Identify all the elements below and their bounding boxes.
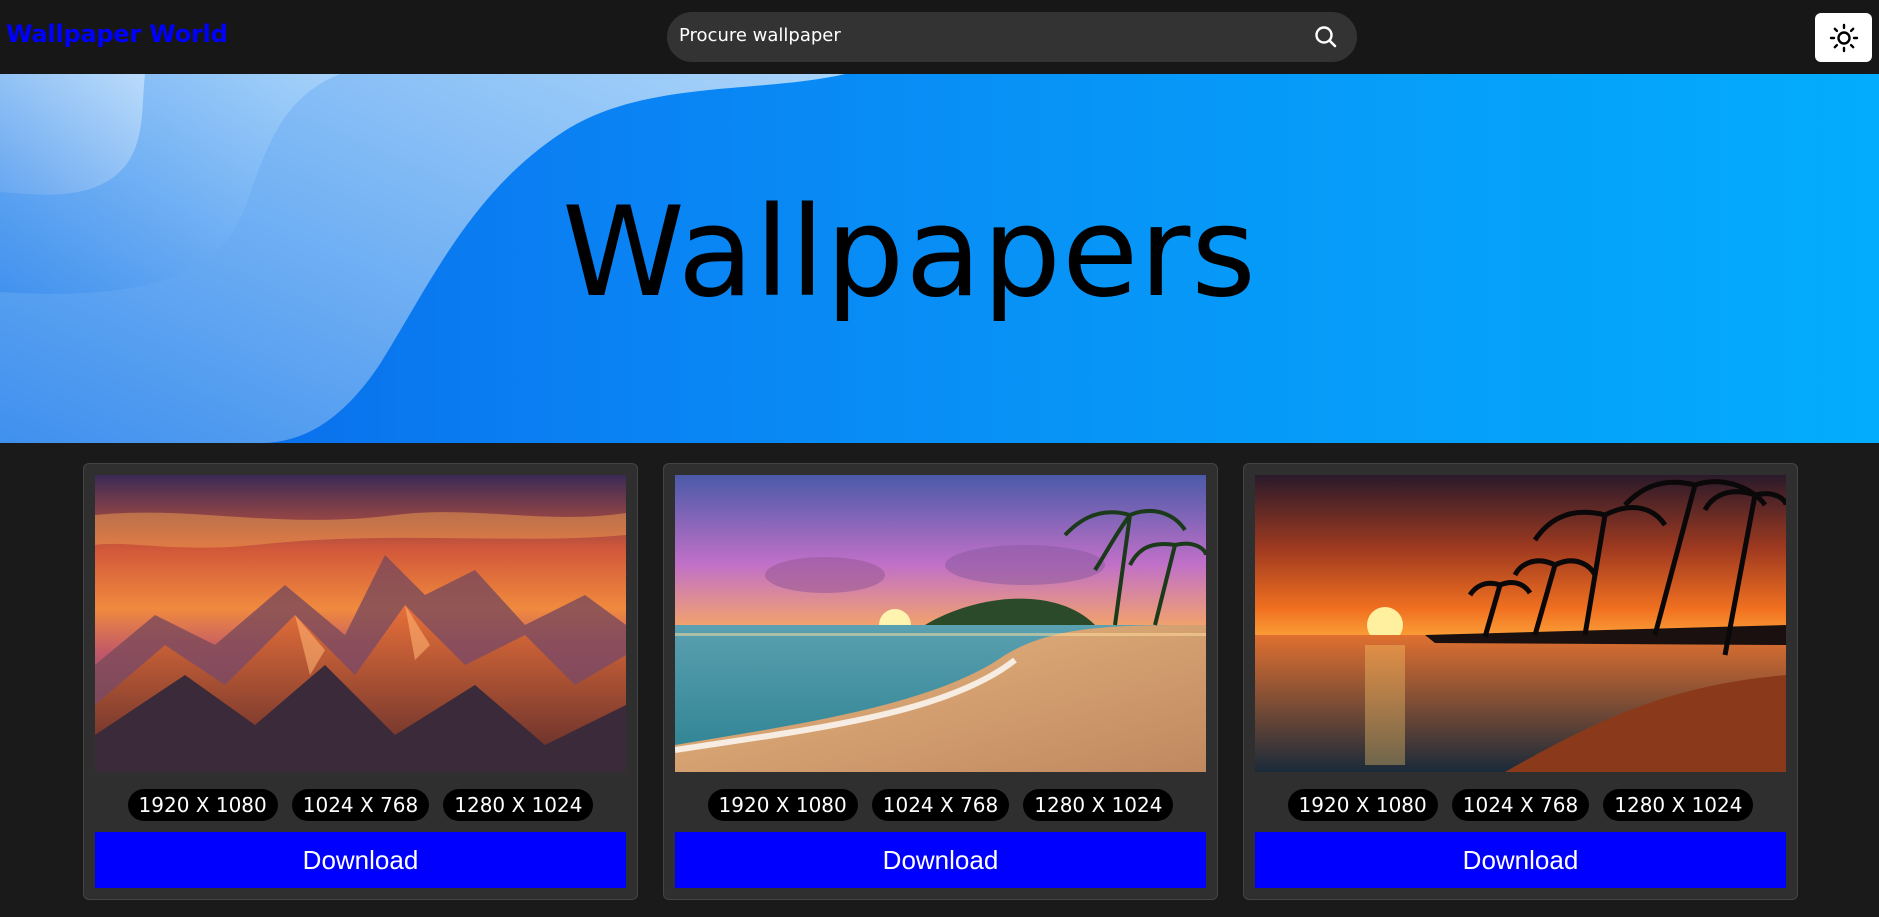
theme-toggle-button[interactable] bbox=[1815, 13, 1872, 62]
resolution-option[interactable]: 1280 X 1024 bbox=[1023, 789, 1174, 821]
search-icon[interactable] bbox=[1313, 24, 1339, 50]
download-button[interactable]: Download bbox=[675, 832, 1206, 888]
wallpaper-thumbnail[interactable] bbox=[1255, 475, 1786, 772]
resolution-option[interactable]: 1920 X 1080 bbox=[1287, 789, 1438, 821]
resolution-option[interactable]: 1024 X 768 bbox=[871, 789, 1010, 821]
resolution-option[interactable]: 1280 X 1024 bbox=[443, 789, 594, 821]
wallpaper-card: 1920 X 1080 1024 X 768 1280 X 1024 Downl… bbox=[663, 463, 1218, 900]
wallpaper-grid: 1920 X 1080 1024 X 768 1280 X 1024 Downl… bbox=[0, 443, 1879, 917]
resolution-options: 1920 X 1080 1024 X 768 1280 X 1024 bbox=[664, 789, 1217, 821]
download-button[interactable]: Download bbox=[1255, 832, 1786, 888]
hero-title: Wallpapers bbox=[562, 181, 1257, 325]
wallpaper-card: 1920 X 1080 1024 X 768 1280 X 1024 Downl… bbox=[83, 463, 638, 900]
site-logo[interactable]: Wallpaper World bbox=[6, 20, 228, 48]
wallpaper-card: 1920 X 1080 1024 X 768 1280 X 1024 Downl… bbox=[1243, 463, 1798, 900]
resolution-options: 1920 X 1080 1024 X 768 1280 X 1024 bbox=[84, 789, 637, 821]
resolution-option[interactable]: 1024 X 768 bbox=[291, 789, 430, 821]
palm-sunset-image bbox=[1255, 475, 1786, 772]
mountain-sunset-image bbox=[95, 475, 626, 772]
resolution-option[interactable]: 1024 X 768 bbox=[1451, 789, 1590, 821]
search-bar[interactable]: Procure wallpaper bbox=[667, 12, 1357, 62]
beach-sunrise-image bbox=[675, 475, 1206, 772]
resolution-option[interactable]: 1920 X 1080 bbox=[127, 789, 278, 821]
download-button[interactable]: Download bbox=[95, 832, 626, 888]
resolution-options: 1920 X 1080 1024 X 768 1280 X 1024 bbox=[1244, 789, 1797, 821]
resolution-option[interactable]: 1920 X 1080 bbox=[707, 789, 858, 821]
sun-icon bbox=[1829, 23, 1859, 53]
top-bar: Wallpaper World Procure wallpaper bbox=[0, 0, 1879, 74]
search-input[interactable]: Procure wallpaper bbox=[679, 25, 841, 46]
hero-banner: Wallpapers bbox=[0, 74, 1879, 443]
wallpaper-thumbnail[interactable] bbox=[95, 475, 626, 772]
resolution-option[interactable]: 1280 X 1024 bbox=[1603, 789, 1754, 821]
wallpaper-thumbnail[interactable] bbox=[675, 475, 1206, 772]
